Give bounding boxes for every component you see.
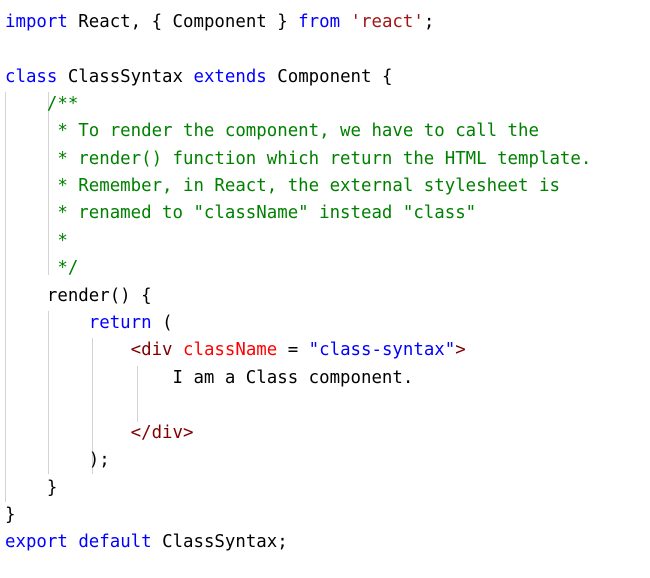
code-line-3: class ClassSyntax extends Component { [5,64,392,91]
jsx-attribute: className [183,340,278,360]
keyword: import [5,12,68,32]
keyword: extends [193,67,267,87]
code-text: ClassSyntax [57,67,194,87]
code-line-19: } [5,505,16,525]
comment-line: /** [5,94,79,114]
keyword: export [5,532,68,552]
jsx-tag: <div [130,340,173,360]
jsx-tag: </div> [130,423,194,443]
comment-line: * render() function which return the HTM… [5,149,592,169]
code-line-14: I am a Class component. [5,368,414,388]
keyword: from [298,12,341,32]
code-text: React, { Component } [67,12,299,32]
string-literal: 'react' [350,12,424,32]
code-line-18: } [5,478,58,498]
code-line-12: return ( [5,310,173,337]
code-text: = [277,340,309,360]
code-text: ClassSyntax; [151,532,288,552]
code-line-1: import React, { Component } from 'react'… [5,9,434,36]
code-editor[interactable]: import React, { Component } from 'react'… [0,0,650,578]
comment-line: * renamed to "className" instead "class" [5,203,477,223]
comment-line: * [5,231,68,251]
code-line-11: render() { [5,286,152,306]
keyword: class [5,67,58,87]
keyword: return [88,313,152,333]
jsx-tag: > [455,340,466,360]
code-line-13: <div className = "class-syntax"> [5,337,466,364]
keyword: default [78,532,152,552]
code-line-16: </div> [5,420,194,447]
code-text: ( [151,313,173,333]
comment-line: */ [5,258,79,278]
code-text: ; [423,12,435,32]
string-literal: "class-syntax" [308,340,456,360]
code-line-20: export default ClassSyntax; [5,529,288,556]
comment-line: * Remember, in React, the external style… [5,176,560,196]
code-line-17: ); [5,450,110,470]
code-text: Component { [266,67,393,87]
comment-line: * To render the component, we have to ca… [5,121,539,141]
